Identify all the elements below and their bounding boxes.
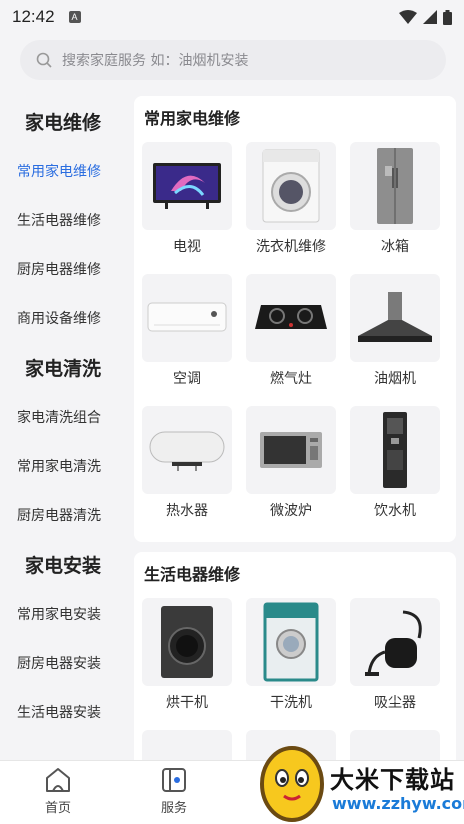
category-sidebar: 家电维修 常用家电维修 生活电器维修 厨房电器维修 商用设备维修 家电清洗 家电… — [0, 96, 126, 760]
nav-home[interactable]: 首页 — [28, 767, 88, 816]
service-icon — [162, 768, 186, 792]
service-tile-next-1[interactable] — [142, 730, 232, 760]
service-tile-fridge[interactable]: 冰箱 — [350, 142, 440, 264]
service-tile-gas-stove[interactable]: 燃气灶 — [246, 274, 336, 396]
service-label: 油烟机 — [374, 371, 416, 387]
service-label: 吸尘器 — [374, 695, 416, 711]
battery-icon — [443, 9, 452, 25]
watermark: 大米下载站 www.zzhyw.com — [252, 740, 464, 824]
section-small-appliance-repair: 生活电器维修 烘干机 干洗机 吸尘器 — [134, 552, 456, 760]
sidebar-item-common-appliance-install[interactable]: 常用家电安装 — [0, 589, 126, 638]
appliance-icon — [142, 730, 232, 760]
service-tile-dry-cleaner[interactable]: 干洗机 — [246, 598, 336, 720]
service-tile-dryer[interactable]: 烘干机 — [142, 598, 232, 720]
service-label: 燃气灶 — [270, 371, 312, 387]
dry-cleaner-icon — [246, 598, 336, 686]
nav-home-label: 首页 — [44, 801, 71, 816]
sidebar-item-kitchen-appliance-cleaning[interactable]: 厨房电器清洗 — [0, 490, 126, 539]
vacuum-icon — [350, 598, 440, 686]
service-tile-washing-machine[interactable]: 洗衣机维修 — [246, 142, 336, 264]
sidebar-item-small-appliance-install[interactable]: 生活电器安装 — [0, 687, 126, 736]
service-tile-range-hood[interactable]: 油烟机 — [350, 274, 440, 396]
sidebar-group-title: 家电清洗 — [24, 357, 101, 380]
water-heater-icon — [142, 406, 232, 494]
nav-service[interactable]: 服务 — [144, 767, 204, 816]
sidebar-item-kitchen-appliance-repair[interactable]: 厨房电器维修 — [0, 244, 126, 293]
section-title: 生活电器维修 — [144, 565, 241, 584]
sidebar-item-kitchen-appliance-install[interactable]: 厨房电器安装 — [0, 638, 126, 687]
dryer-icon — [142, 598, 232, 686]
service-label: 电视 — [173, 239, 201, 255]
section-title: 常用家电维修 — [144, 109, 241, 128]
search-icon — [36, 52, 52, 68]
service-label: 微波炉 — [270, 503, 312, 519]
wifi-icon — [399, 10, 417, 24]
fridge-icon — [350, 142, 440, 230]
tv-icon — [142, 142, 232, 230]
search-bar[interactable]: 搜索家庭服务 如：油烟机安装 — [20, 40, 446, 80]
service-label: 洗衣机维修 — [256, 239, 326, 255]
service-label: 空调 — [173, 371, 201, 387]
service-tile-microwave[interactable]: 微波炉 — [246, 406, 336, 528]
service-label: 冰箱 — [381, 239, 409, 255]
status-time: 12:42 — [12, 7, 55, 26]
air-conditioner-icon — [142, 274, 232, 362]
service-tile-water-dispenser[interactable]: 饮水机 — [350, 406, 440, 528]
sidebar-item-commercial-equipment-repair[interactable]: 商用设备维修 — [0, 293, 126, 342]
home-icon — [46, 768, 70, 792]
watermark-url: www.zzhyw.com — [332, 794, 464, 813]
service-label: 干洗机 — [270, 695, 312, 711]
service-tile-vacuum[interactable]: 吸尘器 — [350, 598, 440, 720]
sidebar-item-common-appliance-repair[interactable]: 常用家电维修 — [0, 146, 126, 195]
gas-stove-icon — [246, 274, 336, 362]
water-dispenser-icon — [350, 406, 440, 494]
range-hood-icon — [350, 274, 440, 362]
signal-icon — [423, 10, 437, 24]
service-tile-air-conditioner[interactable]: 空调 — [142, 274, 232, 396]
sidebar-item-common-appliance-cleaning[interactable]: 常用家电清洗 — [0, 441, 126, 490]
sidebar-group-title: 家电安装 — [24, 554, 101, 577]
service-label: 饮水机 — [374, 503, 416, 519]
service-tile-tv[interactable]: 电视 — [142, 142, 232, 264]
sidebar-item-cleaning-combo[interactable]: 家电清洗组合 — [0, 392, 126, 441]
service-tile-water-heater[interactable]: 热水器 — [142, 406, 232, 528]
service-list: 常用家电维修 电视 洗衣机维修 冰箱 空调 燃气灶 油烟机 热水器 微波炉 饮水… — [134, 96, 456, 760]
service-label: 烘干机 — [166, 695, 208, 711]
search-placeholder: 搜索家庭服务 如：油烟机安装 — [62, 53, 249, 69]
service-label: 热水器 — [166, 503, 208, 519]
sidebar-item-small-appliance-repair[interactable]: 生活电器维修 — [0, 195, 126, 244]
sidebar-group-title: 家电维修 — [24, 111, 101, 134]
notification-a-icon: A — [68, 11, 81, 23]
washing-machine-icon — [246, 142, 336, 230]
microwave-icon — [246, 406, 336, 494]
watermark-text: 大米下载站 — [330, 766, 455, 794]
rice-mascot-logo — [260, 746, 324, 822]
section-common-appliance-repair: 常用家电维修 电视 洗衣机维修 冰箱 空调 燃气灶 油烟机 热水器 微波炉 饮水… — [134, 96, 456, 542]
status-bar: 12:42 A — [0, 0, 464, 34]
nav-service-label: 服务 — [160, 801, 187, 816]
